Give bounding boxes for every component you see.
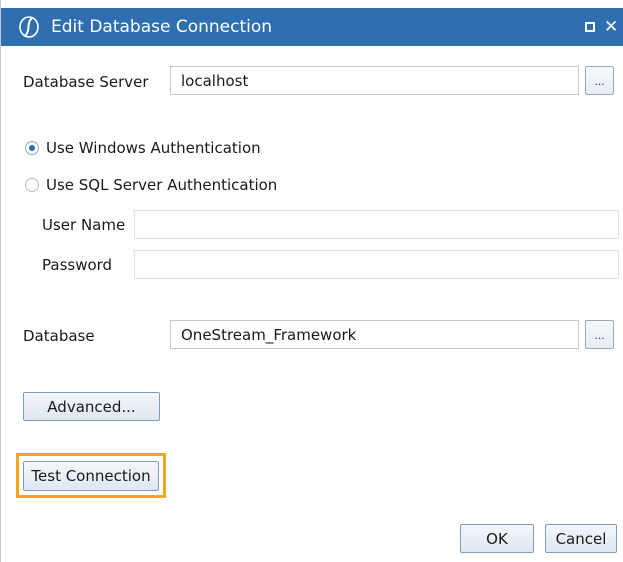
database-server-browse-button[interactable]: ... bbox=[585, 66, 614, 95]
onestream-logo-icon bbox=[19, 16, 39, 38]
close-icon[interactable]: ✕ bbox=[604, 17, 620, 37]
advanced-button[interactable]: Advanced... bbox=[23, 392, 160, 421]
maximize-icon[interactable] bbox=[585, 22, 595, 32]
dialog-title: Edit Database Connection bbox=[51, 17, 273, 37]
edit-database-connection-dialog: Edit Database Connection ✕ Database Serv… bbox=[0, 0, 623, 562]
ok-button[interactable]: OK bbox=[460, 524, 534, 553]
user-name-label: User Name bbox=[42, 216, 126, 234]
user-name-input[interactable] bbox=[134, 210, 619, 239]
title-bar[interactable]: Edit Database Connection ✕ bbox=[1, 8, 623, 46]
database-server-label: Database Server bbox=[23, 73, 149, 91]
windows-authentication-radio[interactable] bbox=[25, 141, 39, 155]
sql-server-authentication-radio[interactable] bbox=[25, 178, 39, 192]
database-input[interactable] bbox=[170, 320, 579, 349]
password-input[interactable] bbox=[134, 250, 619, 279]
cancel-button[interactable]: Cancel bbox=[545, 524, 617, 553]
test-connection-button[interactable]: Test Connection bbox=[23, 461, 159, 491]
database-browse-button[interactable]: ... bbox=[585, 320, 614, 349]
database-server-input[interactable] bbox=[170, 66, 579, 95]
windows-authentication-label[interactable]: Use Windows Authentication bbox=[46, 139, 261, 157]
database-label: Database bbox=[23, 327, 95, 345]
password-label: Password bbox=[42, 256, 113, 274]
sql-server-authentication-label[interactable]: Use SQL Server Authentication bbox=[46, 176, 277, 194]
